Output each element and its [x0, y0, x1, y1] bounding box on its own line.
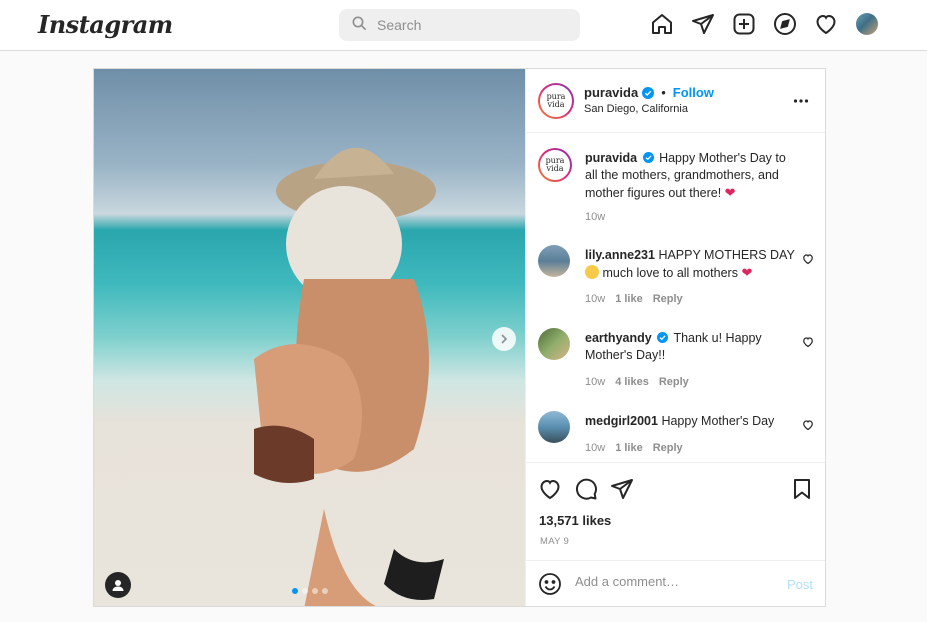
send-icon[interactable] — [691, 12, 715, 36]
author-avatar[interactable]: pura vida — [538, 83, 574, 119]
search-input[interactable] — [377, 17, 567, 33]
share-icon[interactable] — [610, 477, 634, 501]
emoji-icon[interactable] — [538, 572, 562, 596]
comment-icon[interactable] — [574, 477, 598, 501]
author-username[interactable]: puravida — [584, 85, 638, 100]
post-date: MAY 9 — [540, 536, 570, 547]
post-sidebar: pura vida puravida • Follow San Diego, C… — [525, 69, 825, 606]
reply-button[interactable]: Reply — [659, 376, 689, 388]
post-comment-button[interactable]: Post — [787, 577, 813, 592]
comment-username[interactable]: lily.anne231 — [585, 248, 655, 262]
photo-subject — [254, 147, 444, 606]
comment-username[interactable]: earthyandy — [585, 331, 652, 345]
comment-text: medgirl2001 Happy Mother's Day — [585, 413, 797, 430]
add-comment-input[interactable] — [575, 574, 775, 589]
separator-dot: • — [661, 85, 666, 100]
top-navigation-bar: Instagram — [0, 0, 927, 51]
comment-meta: 10w 4 likes Reply — [585, 376, 689, 388]
carousel-dot — [322, 588, 328, 594]
caption-meta: 10w — [585, 211, 605, 223]
comment-meta: 10w 1 like Reply — [585, 442, 683, 454]
user-icon — [112, 580, 124, 591]
post-actions: 13,571 likes MAY 9 — [526, 462, 825, 560]
save-icon[interactable] — [790, 477, 814, 501]
heart-emoji: ❤ — [724, 185, 736, 200]
verified-badge-icon — [642, 86, 655, 99]
caption-username[interactable]: puravida — [585, 151, 637, 165]
tagged-users-button[interactable] — [105, 572, 131, 598]
profile-avatar[interactable] — [855, 12, 879, 36]
like-icon[interactable] — [538, 477, 562, 501]
avatar — [856, 13, 878, 35]
comment-likes[interactable]: 1 like — [615, 442, 643, 454]
comments-list: pura vida puravida Happy Mother's Day to… — [526, 134, 825, 462]
hugging-face-emoji — [585, 265, 599, 279]
comment-likes[interactable]: 4 likes — [615, 376, 649, 388]
post-header: pura vida puravida • Follow San Diego, C… — [526, 69, 825, 133]
carousel-dot — [312, 588, 318, 594]
instagram-logo[interactable]: Instagram — [38, 10, 173, 39]
comment-meta: 10w 1 like Reply — [585, 293, 683, 305]
heart-icon[interactable] — [814, 12, 838, 36]
comment-item: lily.anne231 HAPPY MOTHERS DAY much love… — [538, 245, 822, 315]
comment-body: Happy Mother's Day — [661, 414, 775, 428]
comment-time[interactable]: 10w — [585, 442, 605, 454]
comment-username[interactable]: medgirl2001 — [585, 414, 658, 428]
carousel-next-button[interactable] — [492, 327, 516, 351]
post-photo[interactable] — [94, 69, 525, 606]
comment-body-start: HAPPY MOTHERS DAY — [658, 248, 795, 262]
carousel-indicator — [292, 588, 328, 594]
comment-time[interactable]: 10w — [585, 376, 605, 388]
commenter-avatar[interactable] — [538, 411, 570, 443]
commenter-avatar[interactable] — [538, 245, 570, 277]
likes-count[interactable]: 13,571 likes — [539, 513, 611, 528]
add-comment-bar: Post — [526, 560, 825, 606]
like-comment-icon[interactable] — [802, 419, 814, 431]
author-avatar-logo: pura vida — [540, 150, 570, 180]
verified-badge-icon — [657, 332, 669, 343]
verified-badge-icon — [642, 152, 654, 163]
caption-time[interactable]: 10w — [585, 211, 605, 223]
commenter-avatar[interactable] — [538, 328, 570, 360]
comment-likes[interactable]: 1 like — [615, 293, 643, 305]
carousel-dot — [292, 588, 298, 594]
author-avatar-logo: pura vida — [540, 85, 572, 117]
search-box[interactable] — [339, 9, 580, 41]
follow-button[interactable]: Follow — [673, 85, 714, 100]
post-card: pura vida puravida • Follow San Diego, C… — [93, 68, 826, 607]
search-icon — [351, 15, 367, 36]
like-comment-icon[interactable] — [802, 253, 814, 265]
heart-emoji: ❤ — [741, 265, 753, 280]
comment-item: earthyandy Thank u! Happy Mother's Day!!… — [538, 328, 822, 398]
explore-icon[interactable] — [773, 12, 797, 36]
more-options-icon[interactable] — [793, 93, 809, 109]
caption-text: puravida Happy Mother's Day to all the m… — [585, 150, 797, 202]
post-location[interactable]: San Diego, California — [584, 103, 688, 115]
author-avatar[interactable]: pura vida — [538, 148, 572, 182]
comment-item: medgirl2001 Happy Mother's Day 10w 1 lik… — [538, 411, 822, 461]
reply-button[interactable]: Reply — [653, 293, 683, 305]
like-comment-icon[interactable] — [802, 336, 814, 348]
carousel-dot — [302, 588, 308, 594]
home-icon[interactable] — [650, 12, 674, 36]
comment-text: lily.anne231 HAPPY MOTHERS DAY much love… — [585, 247, 797, 282]
post-caption: pura vida puravida Happy Mother's Day to… — [538, 148, 822, 228]
comment-body-end: much love to all mothers — [602, 266, 738, 280]
comment-text: earthyandy Thank u! Happy Mother's Day!! — [585, 330, 797, 364]
comment-time[interactable]: 10w — [585, 293, 605, 305]
new-post-icon[interactable] — [732, 12, 756, 36]
author-line: puravida • Follow — [584, 85, 714, 100]
nav-icons — [650, 12, 879, 36]
reply-button[interactable]: Reply — [653, 442, 683, 454]
